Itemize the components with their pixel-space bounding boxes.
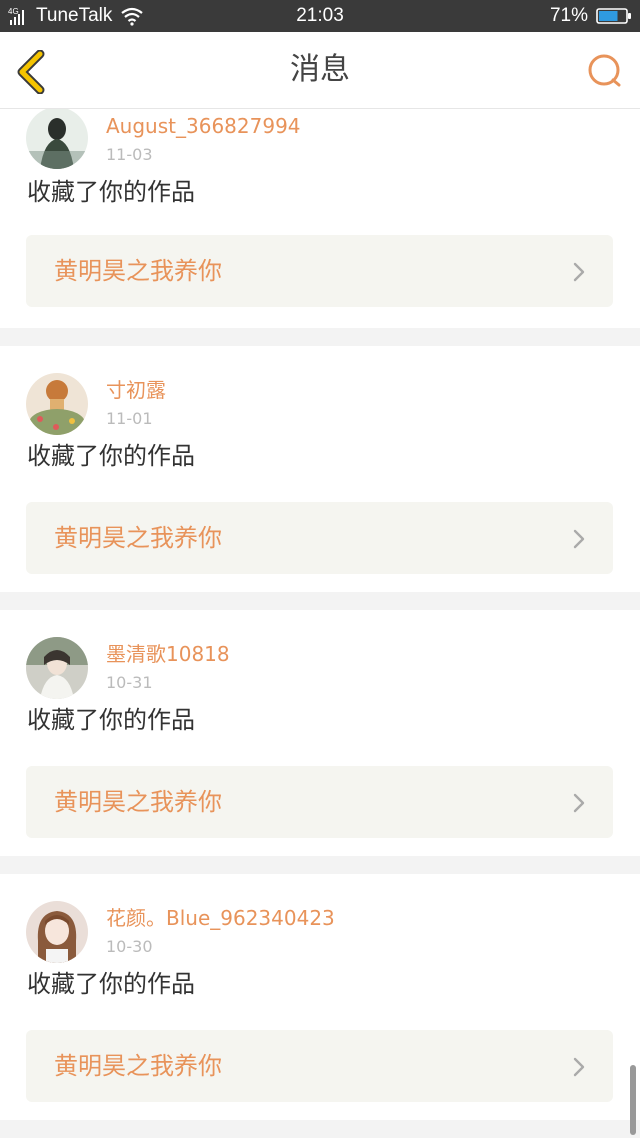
notification-card: August_366827994 11-03 收藏了你的作品 黄明昊之我养你: [0, 109, 640, 328]
search-icon: [588, 54, 621, 87]
battery-percentage: 71%: [549, 5, 588, 26]
username-link[interactable]: 花颜。Blue_962340423: [106, 906, 335, 930]
work-link[interactable]: 黄明昊之我养你: [26, 1030, 613, 1102]
avatar-image: [26, 901, 88, 963]
clock: 21:03: [296, 5, 344, 26]
work-title: 黄明昊之我养你: [54, 788, 222, 816]
notification-date: 10-30: [106, 937, 153, 956]
page-title: 消息: [290, 52, 350, 87]
work-link[interactable]: 黄明昊之我养你: [26, 766, 613, 838]
battery-icon: [596, 8, 631, 24]
work-link[interactable]: 黄明昊之我养你: [26, 502, 613, 574]
avatar-image: [26, 109, 88, 169]
chevron-right-icon: [573, 793, 585, 813]
username-link[interactable]: 墨清歌10818: [106, 642, 230, 666]
notification-action: 收藏了你的作品: [27, 970, 195, 998]
work-title: 黄明昊之我养你: [54, 524, 222, 552]
notification-date: 11-01: [106, 409, 153, 428]
notification-date: 11-03: [106, 145, 153, 164]
username-link[interactable]: August_366827994: [106, 114, 301, 138]
chevron-right-icon: [573, 529, 585, 549]
chevron-right-icon: [573, 1057, 585, 1077]
avatar-image: [26, 637, 88, 699]
navigation-bar: 消息: [0, 32, 640, 109]
username-link[interactable]: 寸初露: [106, 378, 166, 402]
notification-action: 收藏了你的作品: [27, 442, 195, 470]
notification-list[interactable]: August_366827994 11-03 收藏了你的作品 黄明昊之我养你 寸…: [0, 109, 640, 1138]
work-title: 黄明昊之我养你: [54, 1052, 222, 1080]
scrollbar[interactable]: [630, 1065, 636, 1135]
notification-date: 10-31: [106, 673, 153, 692]
avatar[interactable]: [26, 637, 88, 699]
status-bar: 4G TuneTalk 21:03 71%: [0, 0, 640, 32]
avatar-image: [26, 373, 88, 435]
notification-action: 收藏了你的作品: [27, 178, 195, 206]
avatar[interactable]: [26, 109, 88, 169]
notification-action: 收藏了你的作品: [27, 706, 195, 734]
notification-card: 寸初露 11-01 收藏了你的作品 黄明昊之我养你: [0, 346, 640, 592]
avatar[interactable]: [26, 901, 88, 963]
chevron-right-icon: [573, 262, 585, 282]
work-title: 黄明昊之我养你: [54, 257, 222, 285]
work-link[interactable]: 黄明昊之我养你: [26, 235, 613, 307]
avatar[interactable]: [26, 373, 88, 435]
search-button[interactable]: [586, 52, 624, 90]
notification-card: 墨清歌10818 10-31 收藏了你的作品 黄明昊之我养你: [0, 610, 640, 856]
notification-card: 花颜。Blue_962340423 10-30 收藏了你的作品 黄明昊之我养你: [0, 874, 640, 1120]
